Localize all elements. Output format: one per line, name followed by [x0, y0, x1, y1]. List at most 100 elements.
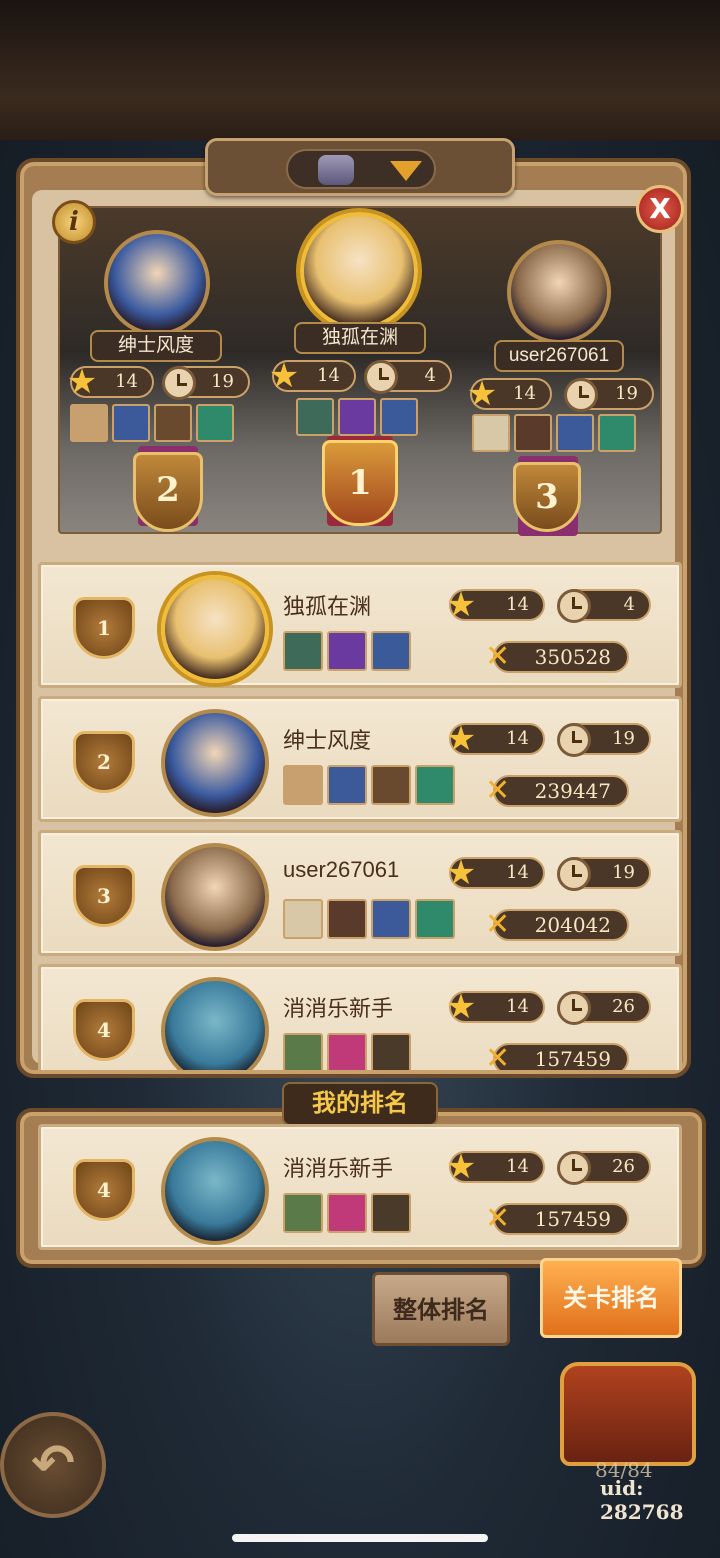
star-icon: ★ — [445, 853, 477, 893]
hero-portrait — [472, 414, 510, 452]
list-item[interactable]: 4 消消乐新手 ★ 14 26 ✕ 157459 — [38, 964, 682, 1070]
rank-pedestal: 1 — [322, 440, 398, 526]
hero-portrait — [371, 899, 411, 939]
player-name: 独孤在渊 — [283, 594, 372, 619]
score-value: 239447 — [534, 779, 611, 803]
hero-team — [283, 1193, 411, 1233]
clock-icon — [564, 378, 598, 412]
star-icon: ★ — [445, 987, 477, 1027]
time-pill: 4 — [364, 360, 452, 394]
tab-level-rank[interactable]: 关卡排名 — [540, 1258, 682, 1338]
star-icon: ★ — [66, 362, 98, 402]
hero-team — [283, 1033, 411, 1070]
my-rank-title: 我的排名 — [282, 1082, 438, 1126]
score-value: 350528 — [534, 645, 611, 669]
stars-pill: ★ 14 — [446, 853, 545, 893]
hero-portrait — [327, 1193, 367, 1233]
hero-portrait — [283, 1033, 323, 1070]
hero-portrait — [556, 414, 594, 452]
hero-portrait — [296, 398, 334, 436]
player-name: 绅士风度 — [283, 728, 372, 753]
avatar — [300, 212, 418, 330]
rank-badge: 4 — [73, 999, 135, 1061]
avatar — [104, 230, 210, 336]
hero-portrait — [327, 1033, 367, 1070]
close-button[interactable]: X — [636, 185, 684, 233]
hero-portrait — [371, 631, 411, 671]
hero-portrait — [338, 398, 376, 436]
time-pill: 19 — [557, 723, 651, 757]
info-icon[interactable]: i — [52, 200, 96, 244]
player-name: 绅士风度 — [90, 330, 222, 362]
score-pill: ✕ 157459 — [485, 1201, 629, 1236]
level-selector[interactable] — [205, 138, 515, 196]
crossed-swords-icon: ✕ — [485, 1041, 511, 1070]
stars-pill: ★ 14 — [67, 362, 154, 402]
rank-pedestal: 3 — [513, 462, 581, 532]
score-pill: ✕ 157459 — [485, 1041, 629, 1070]
top-bar — [0, 0, 720, 140]
star-icon: ★ — [445, 719, 477, 759]
stars-pill: ★ 14 — [446, 987, 545, 1027]
hero-team — [283, 899, 455, 939]
stars-pill: ★ 14 — [446, 1147, 545, 1187]
rank-badge: 4 — [73, 1159, 135, 1221]
hero-team — [472, 414, 636, 452]
time-pill: 26 — [557, 991, 651, 1025]
hero-team — [283, 631, 411, 671]
star-icon: ★ — [268, 356, 300, 396]
time-pill: 19 — [564, 378, 654, 412]
player-name: user267061 — [283, 857, 400, 882]
star-icon: ★ — [445, 1147, 477, 1187]
player-name: 消消乐新手 — [283, 996, 394, 1021]
my-rank-card[interactable]: 4 消消乐新手 ★ 14 26 ✕ 157459 — [38, 1124, 682, 1250]
level-selector-pill[interactable] — [286, 149, 436, 189]
user-id: uid: 282768 — [600, 1476, 684, 1524]
treasure-chest-icon[interactable] — [560, 1362, 696, 1466]
hero-portrait — [283, 899, 323, 939]
player-name: 独孤在渊 — [294, 322, 426, 354]
back-button[interactable]: ↶ — [0, 1412, 106, 1518]
avatar — [161, 575, 269, 683]
hero-portrait — [598, 414, 636, 452]
tab-overall-rank[interactable]: 整体排名 — [372, 1272, 510, 1346]
list-item[interactable]: 2 绅士风度 ★ 14 19 ✕ 239447 — [38, 696, 682, 822]
score-value: 157459 — [534, 1047, 611, 1070]
score-pill: ✕ 204042 — [485, 907, 629, 942]
hero-team — [296, 398, 418, 436]
hero-portrait — [371, 765, 411, 805]
player-name: 消消乐新手 — [283, 1156, 394, 1181]
hero-portrait — [514, 414, 552, 452]
level-icon — [318, 155, 354, 185]
avatar — [161, 1137, 269, 1245]
hero-portrait — [371, 1193, 411, 1233]
clock-icon — [557, 589, 591, 623]
stars-pill: ★ 14 — [446, 585, 545, 625]
hero-portrait — [380, 398, 418, 436]
hero-portrait — [327, 765, 367, 805]
star-icon: ★ — [445, 585, 477, 625]
hero-team — [70, 404, 234, 442]
time-pill: 19 — [162, 366, 250, 400]
time-pill: 4 — [557, 589, 651, 623]
stars-pill: ★ 14 — [446, 719, 545, 759]
stars-pill: ★ 14 — [467, 374, 552, 414]
rank-badge: 2 — [73, 731, 135, 793]
avatar — [161, 843, 269, 951]
hero-portrait — [415, 899, 455, 939]
crossed-swords-icon: ✕ — [485, 773, 511, 808]
avatar — [507, 240, 611, 344]
clock-icon — [557, 723, 591, 757]
hero-portrait — [415, 765, 455, 805]
hero-portrait — [371, 1033, 411, 1070]
player-name: user267061 — [494, 340, 624, 372]
list-item[interactable]: 3 user267061 ★ 14 19 ✕ 204042 — [38, 830, 682, 956]
hero-portrait — [283, 765, 323, 805]
hero-portrait — [196, 404, 234, 442]
avatar — [161, 709, 269, 817]
hero-portrait — [283, 631, 323, 671]
hero-portrait — [70, 404, 108, 442]
home-indicator[interactable] — [232, 1534, 488, 1542]
list-item[interactable]: 1 独孤在渊 ★ 14 4 ✕ 350528 — [38, 562, 682, 688]
chevron-down-icon — [390, 161, 422, 181]
